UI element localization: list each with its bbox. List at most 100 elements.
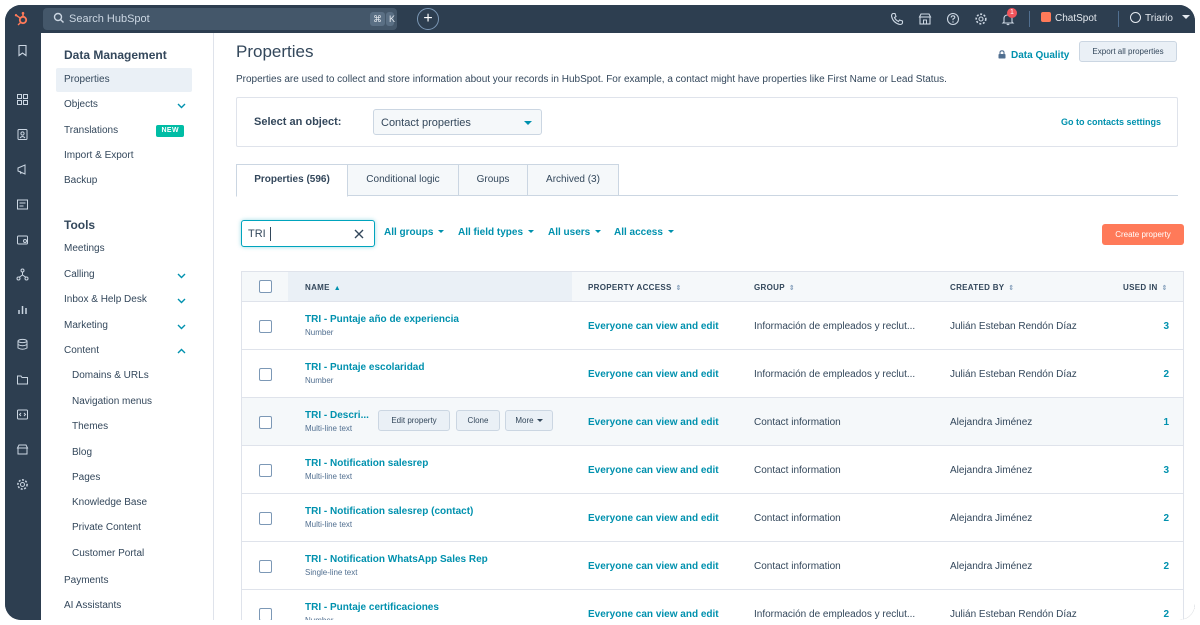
- sales-icon[interactable]: [16, 233, 29, 246]
- row-checkbox[interactable]: [259, 560, 272, 573]
- property-name-link[interactable]: TRI - Notification WhatsApp Sales Rep: [305, 554, 488, 565]
- filter-all-users[interactable]: All users: [548, 227, 602, 238]
- property-name-link[interactable]: TRI - Puntaje certificaciones: [305, 602, 439, 613]
- property-access-link[interactable]: Everyone can view and edit: [588, 321, 719, 332]
- property-used-in-link[interactable]: 1: [1163, 417, 1169, 428]
- property-access-link[interactable]: Everyone can view and edit: [588, 561, 719, 572]
- global-search-bar[interactable]: Search HubSpot ⌘ K: [43, 8, 397, 30]
- export-all-properties-button[interactable]: Export all properties: [1079, 41, 1177, 62]
- sidebar-item-ai-assistants[interactable]: AI Assistants: [56, 594, 192, 618]
- data-quality-link[interactable]: Data Quality: [998, 50, 1069, 61]
- edit-property-button[interactable]: Edit property: [378, 410, 450, 431]
- data-management-icon[interactable]: [16, 338, 29, 351]
- settings-gear-icon[interactable]: [974, 12, 988, 26]
- create-property-button[interactable]: Create property: [1102, 224, 1184, 245]
- workspaces-icon[interactable]: [16, 93, 29, 106]
- property-used-in-link[interactable]: 3: [1163, 465, 1169, 476]
- row-checkbox[interactable]: [259, 464, 272, 477]
- tab-conditional-logic[interactable]: Conditional logic: [347, 164, 459, 196]
- property-used-in-link[interactable]: 3: [1163, 321, 1169, 332]
- sidebar-item-themes[interactable]: Themes: [56, 415, 192, 439]
- property-access-link[interactable]: Everyone can view and edit: [588, 609, 719, 620]
- row-checkbox[interactable]: [259, 320, 272, 333]
- table-row[interactable]: TRI - Notification salesrep Multi-line t…: [241, 446, 1184, 494]
- sidebar-item-import-export[interactable]: Import & Export: [56, 144, 192, 168]
- phone-icon[interactable]: [890, 12, 904, 26]
- clone-button[interactable]: Clone: [456, 410, 500, 431]
- table-row[interactable]: TRI - Notification salesrep (contact) Mu…: [241, 494, 1184, 542]
- sidebar-item-pages[interactable]: Pages: [56, 466, 192, 490]
- property-access-link[interactable]: Everyone can view and edit: [588, 369, 719, 380]
- column-header-name[interactable]: NAME ▲: [305, 283, 341, 292]
- sidebar-item-marketing[interactable]: Marketing: [56, 314, 192, 338]
- filter-all-groups[interactable]: All groups: [384, 227, 445, 238]
- property-access-link[interactable]: Everyone can view and edit: [588, 513, 719, 524]
- sidebar-item-knowledge-base[interactable]: Knowledge Base: [56, 491, 192, 515]
- help-icon[interactable]: [946, 12, 960, 26]
- row-checkbox[interactable]: [259, 416, 272, 429]
- account-menu[interactable]: Triario: [1130, 12, 1190, 24]
- sidebar-item-meetings[interactable]: Meetings: [56, 237, 192, 261]
- property-name-link[interactable]: TRI - Notification salesrep (contact): [305, 506, 473, 517]
- chatspot-button[interactable]: ChatSpot: [1041, 12, 1097, 24]
- sidebar-item-objects[interactable]: Objects: [56, 93, 192, 117]
- tab-groups[interactable]: Groups: [458, 164, 528, 196]
- property-access-link[interactable]: Everyone can view and edit: [588, 465, 719, 476]
- create-new-button[interactable]: +: [417, 8, 439, 30]
- library-folder-icon[interactable]: [16, 373, 29, 386]
- property-name-link[interactable]: TRI - Notification salesrep: [305, 458, 428, 469]
- filter-all-access[interactable]: All access: [614, 227, 674, 238]
- sidebar-item-navigation-menus[interactable]: Navigation menus: [56, 390, 192, 414]
- contacts-icon[interactable]: [16, 128, 29, 141]
- sidebar-item-customer-portal[interactable]: Customer Portal: [56, 542, 192, 566]
- clear-search-icon[interactable]: [354, 229, 364, 239]
- marketplace-icon[interactable]: [918, 12, 932, 26]
- go-to-contacts-settings-link[interactable]: Go to contacts settings: [1061, 117, 1161, 127]
- row-checkbox[interactable]: [259, 368, 272, 381]
- commerce-icon[interactable]: [16, 443, 29, 456]
- content-icon[interactable]: [16, 198, 29, 211]
- development-icon[interactable]: [16, 408, 29, 421]
- sidebar-item-calling[interactable]: Calling: [56, 263, 192, 287]
- property-used-in-link[interactable]: 2: [1163, 513, 1169, 524]
- property-used-in-link[interactable]: 2: [1163, 609, 1169, 620]
- property-search-input[interactable]: TRI: [241, 220, 375, 247]
- column-header-created-by[interactable]: CREATED BY ⇕: [950, 283, 1015, 292]
- sidebar-item-translations[interactable]: Translations NEW: [56, 119, 192, 143]
- column-header-group[interactable]: GROUP ⇕: [754, 283, 795, 292]
- table-row[interactable]: TRI - Puntaje año de experiencia Number …: [241, 302, 1184, 350]
- automation-icon[interactable]: [16, 268, 29, 281]
- more-actions-button[interactable]: More: [505, 410, 553, 431]
- property-name-link[interactable]: TRI - Puntaje escolaridad: [305, 362, 424, 373]
- table-row[interactable]: TRI - Puntaje escolaridad Number Everyon…: [241, 350, 1184, 398]
- object-select-dropdown[interactable]: Contact properties: [373, 109, 542, 135]
- tab-properties[interactable]: Properties (596): [236, 164, 348, 197]
- column-header-used-in[interactable]: USED IN ⇕: [1123, 283, 1168, 292]
- property-access-link[interactable]: Everyone can view and edit: [588, 417, 719, 428]
- select-all-checkbox[interactable]: [259, 280, 272, 293]
- row-checkbox[interactable]: [259, 512, 272, 525]
- sidebar-item-inbox-help-desk[interactable]: Inbox & Help Desk: [56, 288, 192, 312]
- table-row[interactable]: TRI - Descri... Multi-line text Edit pro…: [241, 398, 1184, 446]
- settings-icon[interactable]: [16, 478, 29, 491]
- marketing-megaphone-icon[interactable]: [16, 163, 29, 176]
- hubspot-logo-icon[interactable]: [13, 11, 29, 27]
- sidebar-item-content[interactable]: Content: [56, 339, 192, 363]
- table-row[interactable]: TRI - Notification WhatsApp Sales Rep Si…: [241, 542, 1184, 590]
- sidebar-item-private-content[interactable]: Private Content: [56, 516, 192, 540]
- property-name-link[interactable]: TRI - Puntaje año de experiencia: [305, 314, 459, 325]
- table-row[interactable]: TRI - Puntaje certificaciones Number Eve…: [241, 590, 1184, 620]
- tab-archived[interactable]: Archived (3): [527, 164, 619, 196]
- sidebar-item-backup[interactable]: Backup: [56, 169, 192, 193]
- sidebar-item-properties[interactable]: Properties: [56, 68, 192, 92]
- reporting-icon[interactable]: [16, 303, 29, 316]
- sidebar-item-blog[interactable]: Blog: [56, 441, 192, 465]
- property-name-link[interactable]: TRI - Descri...: [305, 410, 369, 421]
- sidebar-item-domains-urls[interactable]: Domains & URLs: [56, 364, 192, 388]
- property-used-in-link[interactable]: 2: [1163, 369, 1169, 380]
- column-header-property-access[interactable]: PROPERTY ACCESS ⇕: [588, 283, 682, 292]
- sidebar-item-payments[interactable]: Payments: [56, 569, 192, 593]
- filter-all-field-types[interactable]: All field types: [458, 227, 535, 238]
- row-checkbox[interactable]: [259, 608, 272, 620]
- bookmarks-icon[interactable]: [16, 44, 29, 57]
